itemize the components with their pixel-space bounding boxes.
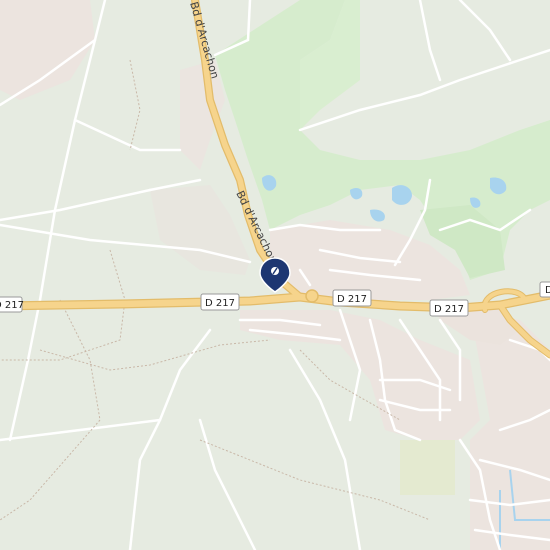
route-shield-label: D [545,285,550,296]
route-shield-d217-east: D 217 [429,299,469,317]
route-shield-edge: D [539,281,550,298]
map-canvas[interactable]: Bd d'Arcachon Bd d'Arcachon D 217 D 217 … [0,0,550,550]
route-shield-label: D 217 [434,304,464,315]
route-shield-label: D 217 [0,300,24,311]
route-shield-d217-center-left: D 217 [200,293,240,311]
route-shield-label: D 217 [205,298,235,309]
route-shield-d217-center-right: D 217 [332,289,372,307]
map-svg: Bd d'Arcachon Bd d'Arcachon D 217 D 217 … [0,0,550,550]
route-shield-label: D 217 [337,294,367,305]
route-shield-d217-west: D 217 [0,296,24,313]
